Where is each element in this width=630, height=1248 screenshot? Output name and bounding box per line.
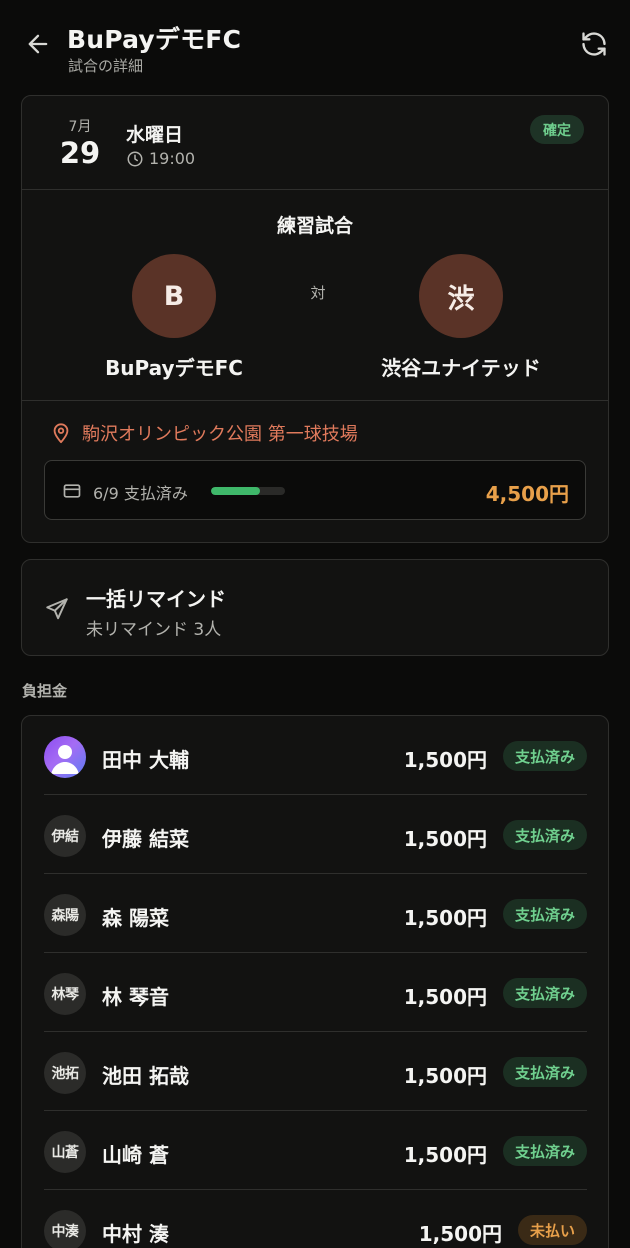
payment-status-badge: 支払済み xyxy=(502,899,587,929)
member-row[interactable]: 森陽森 陽菜 1,500円 支払済み xyxy=(44,874,587,953)
payment-status-badge: 支払済み xyxy=(502,1057,587,1087)
member-row[interactable]: 中湊 中村 湊 1,500円 未払い xyxy=(44,1190,587,1248)
avatar: 林琴 xyxy=(44,973,86,1015)
member-amount: 1,500円 xyxy=(403,748,487,772)
member-name: 林 琴音 xyxy=(102,985,169,1009)
vs-label: 対 xyxy=(310,284,326,302)
match-time-row: 19:00 xyxy=(126,149,195,168)
send-icon xyxy=(46,598,68,620)
user-icon xyxy=(51,745,79,774)
member-amount: 1,500円 xyxy=(403,985,487,1009)
avatar: 森陽 xyxy=(44,894,86,936)
match-day: 29 xyxy=(59,136,101,170)
payment-status-badge: 支払済み xyxy=(502,978,587,1008)
member-row[interactable]: 田中 大輔 1,500円 支払済み xyxy=(44,716,587,795)
avatar: 山蒼 xyxy=(44,1131,86,1173)
member-row[interactable]: 池拓 池田 拓哉 1,500円 支払済み xyxy=(44,1032,587,1111)
member-amount: 1,500円 xyxy=(403,1143,487,1167)
match-type: 練習試合 xyxy=(276,215,353,237)
member-name: 山崎 蒼 xyxy=(102,1143,169,1167)
match-month: 7月 xyxy=(68,119,92,135)
member-amount: 1,500円 xyxy=(418,1222,502,1246)
payment-status-badge: 支払済み xyxy=(502,741,587,771)
remind-title: 一括リマインド xyxy=(86,587,226,611)
avatar: 中湊 xyxy=(44,1210,86,1248)
bulk-remind-button[interactable]: 一括リマインド 未リマインド 3人 xyxy=(21,559,609,656)
venue-link[interactable]: 駒沢オリンピック公園 第一球技場 xyxy=(50,420,358,446)
member-row[interactable]: 伊結 伊藤 結菜 1,500円 支払済み xyxy=(44,795,587,874)
refresh-icon xyxy=(582,32,606,56)
payment-status-badge: 未払い xyxy=(517,1215,587,1245)
page-title: BuPayデモFC xyxy=(67,25,242,54)
member-name: 森 陽菜 xyxy=(102,906,169,930)
member-amount: 1,500円 xyxy=(403,1064,487,1088)
back-button[interactable] xyxy=(22,28,54,60)
away-team-name: 渋谷ユナイテッド xyxy=(381,356,541,380)
home-team-logo: B xyxy=(132,254,216,338)
payment-status-badge: 支払済み xyxy=(502,1136,587,1166)
payment-summary[interactable]: 6/9 支払済み 4,500円 xyxy=(44,460,586,520)
payment-total-amount: 4,500円 xyxy=(485,482,569,506)
credit-card-icon xyxy=(63,484,81,498)
member-row[interactable]: 山蒼 山崎 蒼 1,500円 支払済み xyxy=(44,1111,587,1190)
section-label: 負担金 xyxy=(22,682,68,700)
refresh-button[interactable] xyxy=(578,28,610,60)
member-amount: 1,500円 xyxy=(403,906,487,930)
member-name: 池田 拓哉 xyxy=(102,1064,189,1088)
avatar: 池拓 xyxy=(44,1052,86,1094)
clock-icon xyxy=(127,151,143,166)
payment-count: 6/9 支払済み xyxy=(93,484,188,503)
member-name: 伊藤 結菜 xyxy=(102,827,189,851)
divider xyxy=(22,189,608,190)
arrow-left-icon xyxy=(28,34,48,54)
payment-status-badge: 支払済み xyxy=(502,820,587,850)
members-list: 田中 大輔 1,500円 支払済み 伊結 伊藤 結菜 1,500円 支払済み 森陽森 陽菜 1,… xyxy=(21,715,609,1248)
match-card: 7月 29 水曜日 19:00 確定 練習試合 B 対 渋 BuPayデモFC … xyxy=(21,95,609,543)
member-row[interactable]: 林琴林 琴音 1,500円 支払済み xyxy=(44,953,587,1032)
map-pin-icon xyxy=(53,423,69,444)
home-team-name: BuPayデモFC xyxy=(105,356,243,380)
avatar: 伊結 xyxy=(44,815,86,857)
status-badge: 確定 xyxy=(530,115,584,144)
match-weekday: 水曜日 xyxy=(126,124,184,146)
avatar xyxy=(44,736,86,778)
member-amount: 1,500円 xyxy=(403,827,487,851)
venue-name: 駒沢オリンピック公園 第一球技場 xyxy=(82,424,358,445)
payment-progress-fill xyxy=(211,487,261,495)
member-name: 田中 大輔 xyxy=(102,748,189,772)
remind-subtitle: 未リマインド 3人 xyxy=(86,620,222,640)
payment-progress-bar xyxy=(211,487,285,495)
away-team-logo: 渋 xyxy=(419,254,503,338)
member-name: 中村 湊 xyxy=(102,1222,169,1246)
divider xyxy=(22,400,608,401)
match-time: 19:00 xyxy=(149,149,196,168)
page-subtitle: 試合の詳細 xyxy=(68,57,144,75)
app-header: BuPayデモFC 試合の詳細 xyxy=(0,0,630,90)
